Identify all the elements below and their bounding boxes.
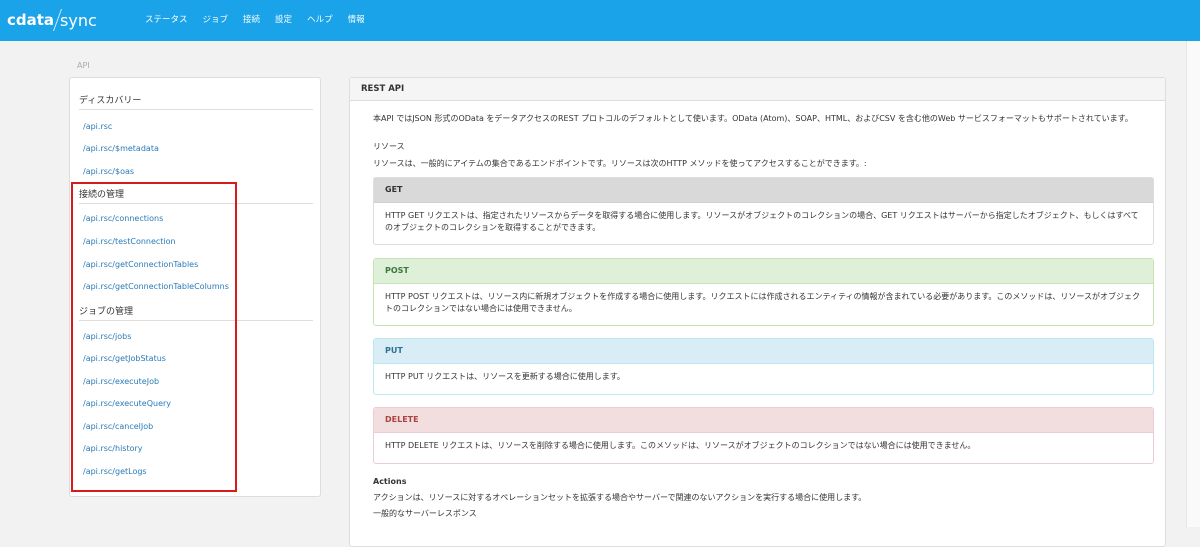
jobs-section-title: ジョブの管理 [79,304,313,321]
resources-title: リソース [373,142,405,151]
server-response-title: 一般的なサーバーレスポンス [373,509,477,518]
top-navigation-bar: cdata sync ステータス ジョブ 接続 設定 ヘルプ 情報 [0,0,1200,41]
method-box-delete: DELETE HTTP DELETE リクエストは、リソースを削除する場合に使用… [373,407,1154,464]
intro-text: 本API ではJSON 形式のOData をデータアクセスのREST プロトコル… [373,114,1133,123]
link-metadata[interactable]: /api.rsc/$metadata [83,144,159,153]
api-sidebar: ディスカバリー /api.rsc /api.rsc/$metadata /api… [69,77,321,497]
link-get-logs[interactable]: /api.rsc/getLogs [83,467,147,476]
nav-info[interactable]: 情報 [348,13,365,27]
method-label-delete: DELETE [374,408,1153,433]
actions-title: Actions [373,477,407,486]
logo-cdata-text: cdata [7,11,55,29]
nav-status[interactable]: ステータス [145,13,188,27]
actions-description: アクションは、リソースに対するオペレーションセットを拡張する場合やサーバーで関連… [373,493,867,502]
link-execute-job[interactable]: /api.rsc/executeJob [83,377,159,386]
method-label-get: GET [374,178,1153,203]
method-desc-post: HTTP POST リクエストは、リソース内に新規オブジェクトを作成する場合に使… [385,292,1141,313]
breadcrumb: API [77,61,90,70]
method-box-post: POST HTTP POST リクエストは、リソース内に新規オブジェクトを作成す… [373,258,1154,326]
link-get-job-status[interactable]: /api.rsc/getJobStatus [83,354,166,363]
nav-jobs[interactable]: ジョブ [203,13,229,27]
method-desc-get: HTTP GET リクエストは、指定されたリソースからデータを取得する場合に使用… [385,211,1139,232]
link-cancel-job[interactable]: /api.rsc/cancelJob [83,422,153,431]
method-desc-delete: HTTP DELETE リクエストは、リソースを削除する場合に使用します。このメ… [385,441,976,450]
link-history[interactable]: /api.rsc/history [83,444,143,453]
method-desc-put: HTTP PUT リクエストは、リソースを更新する場合に使用します。 [385,372,625,381]
method-box-get: GET HTTP GET リクエストは、指定されたリソースからデータを取得する場… [373,177,1154,245]
link-get-connection-tables[interactable]: /api.rsc/getConnectionTables [83,260,198,269]
link-api-rsc[interactable]: /api.rsc [83,122,112,131]
panel-title: REST API [350,78,1165,101]
cdata-sync-logo[interactable]: cdata sync [7,8,97,32]
link-test-connection[interactable]: /api.rsc/testConnection [83,237,176,246]
link-execute-query[interactable]: /api.rsc/executeQuery [83,399,171,408]
resources-description: リソースは、一般的にアイテムの集合であるエンドポイントです。リソースは次のHTT… [373,159,867,168]
connections-section-title: 接続の管理 [79,187,313,204]
link-get-connection-table-columns[interactable]: /api.rsc/getConnectionTableColumns [83,282,229,291]
link-connections[interactable]: /api.rsc/connections [83,214,163,223]
rest-api-panel: REST API 本API ではJSON 形式のOData をデータアクセスのR… [349,77,1166,547]
nav-help[interactable]: ヘルプ [307,13,333,27]
logo-sync-text: sync [60,10,97,30]
link-oas[interactable]: /api.rsc/$oas [83,167,134,176]
link-jobs[interactable]: /api.rsc/jobs [83,332,131,341]
discovery-section-title: ディスカバリー [79,93,313,110]
method-label-put: PUT [374,339,1153,364]
method-box-put: PUT HTTP PUT リクエストは、リソースを更新する場合に使用します。 [373,338,1154,395]
nav-settings[interactable]: 設定 [275,13,292,27]
main-nav: ステータス ジョブ 接続 設定 ヘルプ 情報 [145,13,380,27]
method-label-post: POST [374,259,1153,284]
nav-connections[interactable]: 接続 [243,13,260,27]
scrollbar-track[interactable] [1186,41,1200,527]
